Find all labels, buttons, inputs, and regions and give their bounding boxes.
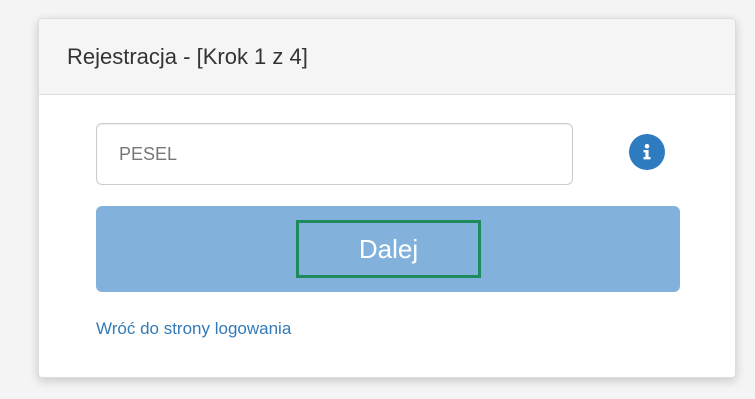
next-button[interactable]: Dalej [96, 206, 680, 292]
pesel-input[interactable] [96, 123, 573, 185]
panel-heading: Rejestracja - [Krok 1 z 4] [39, 19, 735, 95]
panel-body: Dalej Wróć do strony logowania [39, 95, 735, 377]
back-to-login-link[interactable]: Wróć do strony logowania [96, 319, 291, 339]
info-glyph [643, 143, 651, 160]
next-button-label: Dalej [296, 220, 481, 278]
info-icon[interactable] [629, 134, 665, 170]
registration-panel: Rejestracja - [Krok 1 z 4] Dalej Wróć do… [38, 18, 736, 378]
page-title: Rejestracja - [Krok 1 z 4] [67, 43, 308, 69]
